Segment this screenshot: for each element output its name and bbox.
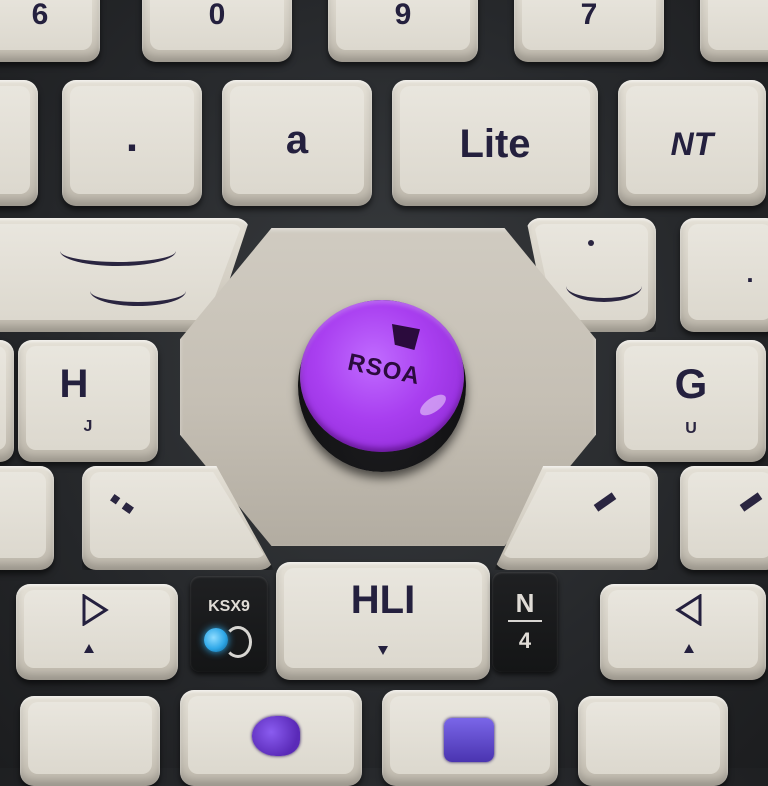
- purple-button-label: RSOA: [345, 348, 423, 391]
- key-bottom-1[interactable]: [20, 696, 160, 786]
- right-arc-dot-icon: [588, 240, 594, 246]
- bottom-robot-icon: [444, 718, 494, 762]
- purple-button-flag-icon: [392, 324, 420, 350]
- key-dark-right[interactable]: N 4: [492, 572, 558, 672]
- key-a-label: a: [285, 118, 309, 162]
- dark-left-ring-icon: [224, 626, 252, 658]
- left-triangle-sub-icon: [84, 644, 94, 653]
- key-hli-sub-icon: [378, 646, 388, 655]
- key-9-label: 9: [394, 0, 412, 31]
- right-triangle-icon: [675, 594, 702, 626]
- key-dark-left[interactable]: KSX9: [190, 576, 268, 672]
- right-smile-arc-icon: [566, 270, 642, 302]
- key-nt[interactable]: NT: [618, 80, 766, 206]
- key-h-sublabel: J: [83, 418, 93, 435]
- key-h-label: H: [59, 362, 89, 406]
- key-left-triangle[interactable]: [16, 584, 178, 680]
- right-triangle-sub-icon: [684, 644, 694, 653]
- purple-button-highlight: [416, 390, 450, 420]
- key-hli-label: HLI: [350, 578, 416, 622]
- key-dot-label: .: [125, 112, 139, 161]
- key-lite-label: Lite: [459, 122, 531, 166]
- bottom-purple-logo-icon: [252, 716, 300, 756]
- dark-right-divider: [508, 620, 542, 622]
- dark-left-label: KSX9: [208, 598, 250, 615]
- key-7[interactable]: 7: [514, 0, 664, 62]
- left-triangle-icon: [82, 594, 109, 626]
- left-smile-arc-icon: [60, 236, 176, 266]
- key-0-label: 0: [208, 0, 226, 31]
- key-6[interactable]: 6: [0, 0, 100, 62]
- key-a[interactable]: a: [222, 80, 372, 206]
- key-0[interactable]: 0: [142, 0, 292, 62]
- center-purple-button[interactable]: RSOA: [298, 300, 466, 472]
- key-bottom-3[interactable]: [382, 690, 558, 786]
- key-g[interactable]: G U: [616, 340, 766, 462]
- key-bottom-4[interactable]: [578, 696, 728, 786]
- key-6-label: 6: [31, 0, 49, 31]
- key-nt-label: NT: [670, 126, 714, 162]
- key-left-edge-row5[interactable]: [0, 466, 54, 570]
- left-lower-arc-icon: [90, 276, 186, 306]
- key-h[interactable]: H J: [18, 340, 158, 462]
- key-7-label: 7: [580, 0, 598, 31]
- key-right-edge-row3[interactable]: .: [680, 218, 768, 332]
- dark-right-sublabel: 4: [518, 628, 532, 653]
- key-g-label: G: [674, 360, 708, 407]
- purple-button-face: RSOA: [300, 300, 464, 452]
- key-top-right[interactable]: [700, 0, 768, 62]
- key-lite[interactable]: Lite: [392, 80, 598, 206]
- key-right-triangle[interactable]: [600, 584, 766, 680]
- key-right-edge-row3-label: .: [746, 258, 754, 288]
- key-hli[interactable]: HLI: [276, 562, 490, 680]
- key-left-edge-row2[interactable]: [0, 80, 38, 206]
- key-g-sublabel: U: [685, 420, 697, 437]
- dark-right-label: N: [515, 588, 535, 618]
- key-bottom-2[interactable]: [180, 690, 362, 786]
- key-dot[interactable]: .: [62, 80, 202, 206]
- key-right-edge-row5[interactable]: [680, 466, 768, 570]
- key-9[interactable]: 9: [328, 0, 478, 62]
